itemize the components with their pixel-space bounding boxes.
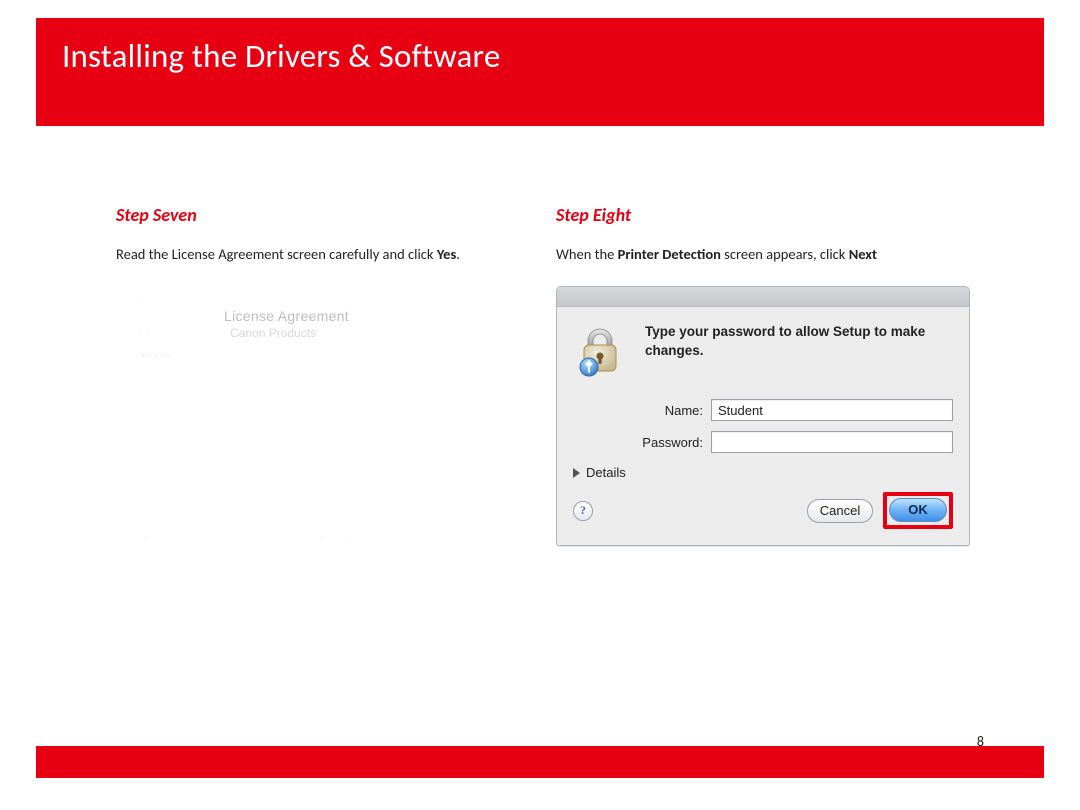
step-seven-text: Read the License Agreement screen carefu… [116,244,516,264]
license-title: License Agreement [224,308,349,324]
step-seven-column: Step Seven Read the License Agreement sc… [116,204,516,546]
step-eight-text-bold2: Next [849,245,877,263]
name-input[interactable] [711,399,953,421]
password-label: Password: [613,435,711,450]
slide-frame: Installing the Drivers & Software Step S… [36,18,1044,778]
help-icon[interactable]: ? [573,501,593,521]
license-agreement-graphic: · License Agreement Canon Products · · ·… [116,286,496,546]
license-faint-line: · · · · · [142,350,170,361]
step-seven-text-bold: Yes [437,245,456,263]
ok-button[interactable]: OK [889,498,947,522]
license-faint-line: · [138,296,141,307]
step-eight-column: Step Eight When the Printer Detection sc… [556,204,996,546]
step-eight-text-mid: screen appears, click [721,245,849,263]
password-input[interactable] [711,431,953,453]
step-seven-text-post: . [456,245,460,263]
step-eight-text: When the Printer Detection screen appear… [556,244,996,264]
license-subtitle: Canon Products [230,326,316,340]
step-eight-text-bold1: Printer Detection [618,245,721,263]
dialog-message: Type your password to allow Setup to mak… [645,321,953,379]
details-label: Details [586,465,626,480]
step-eight-text-pre: When the [556,245,618,263]
ok-highlight-box: OK [883,492,953,529]
page-title: Installing the Drivers & Software [62,36,1018,76]
license-faint-line: · · [138,326,150,337]
slide-body: Step Seven Read the License Agreement sc… [36,126,1044,746]
page-number: 8 [977,733,984,750]
step-seven-text-pre: Read the License Agreement screen carefu… [116,245,437,263]
dialog-titlebar [557,287,969,307]
cancel-button[interactable]: Cancel [807,499,873,523]
auth-dialog: Type your password to allow Setup to mak… [556,286,970,546]
lock-icon [573,321,631,379]
license-faint-bottom: · · · [144,532,474,541]
details-disclosure[interactable]: Details [573,465,953,480]
chevron-right-icon [573,468,580,478]
name-label: Name: [613,403,711,418]
step-eight-title: Step Eight [556,204,996,226]
slide-header: Installing the Drivers & Software [36,18,1044,106]
step-seven-title: Step Seven [116,204,516,226]
